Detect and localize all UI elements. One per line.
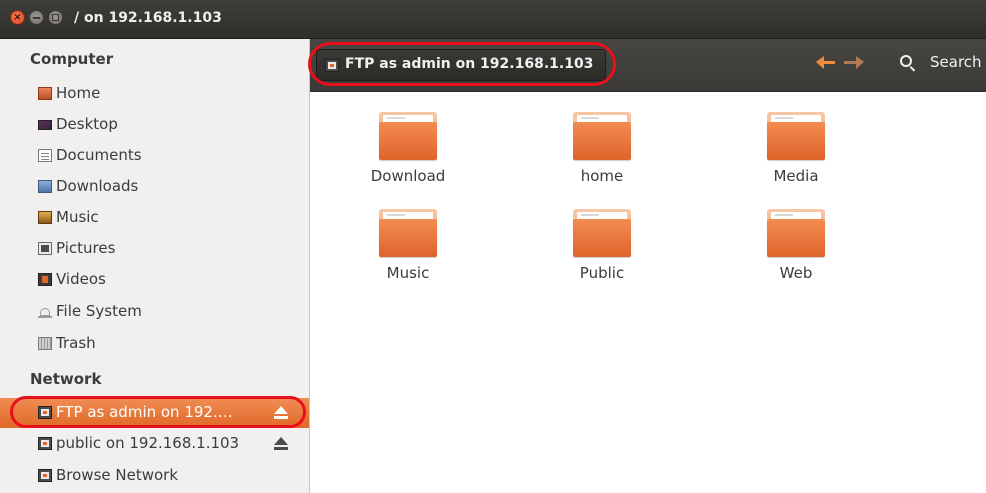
sidebar-item-label: Browse Network [56, 466, 179, 484]
sidebar-item-label: File System [56, 302, 142, 320]
window-minimize-button[interactable] [29, 10, 44, 25]
pictures-icon [38, 242, 52, 255]
sidebar-item-label: Desktop [56, 115, 118, 133]
sidebar-item-downloads[interactable]: Downloads [0, 172, 309, 202]
back-arrow-icon[interactable] [816, 52, 838, 72]
trash-icon [38, 337, 52, 350]
sidebar-item-browse-network[interactable]: Browse Network [0, 461, 309, 491]
folder-label: home [580, 167, 624, 185]
search-icon[interactable] [900, 55, 912, 67]
sidebar-item-ftp-admin[interactable]: FTP as admin on 192.… [0, 398, 309, 428]
folder-icon [573, 209, 631, 257]
network-icon [38, 469, 52, 482]
folder-item-music[interactable]: Music [338, 193, 478, 285]
window-close-button[interactable]: × [10, 10, 25, 25]
sidebar-item-label: Videos [56, 270, 106, 288]
network-share-icon [38, 437, 52, 450]
sidebar-item-desktop[interactable]: Desktop [0, 110, 309, 140]
desktop-icon [38, 120, 52, 130]
window-title: / on 192.168.1.103 [74, 10, 222, 26]
sidebar-item-label: Trash [56, 334, 96, 352]
sidebar-item-label: public on 192.168.1.103 [56, 434, 240, 452]
folder-label: Public [579, 264, 625, 282]
window-maximize-button[interactable] [48, 10, 63, 25]
folder-label: Web [779, 264, 813, 282]
folder-label: Media [773, 167, 819, 185]
folder-item-public[interactable]: Public [532, 193, 672, 285]
folder-icon [573, 112, 631, 160]
folder-item-home[interactable]: home [532, 96, 672, 188]
sidebar-item-home[interactable]: Home [0, 79, 309, 109]
sidebar-item-label: Music [56, 208, 99, 226]
documents-icon [38, 149, 52, 162]
folder-label: Download [370, 167, 446, 185]
music-icon [38, 211, 52, 224]
folder-icon [379, 209, 437, 257]
folder-item-web[interactable]: Web [726, 193, 866, 285]
sidebar-item-label: Pictures [56, 239, 116, 257]
sidebar-heading-network: Network [30, 370, 102, 388]
eject-icon[interactable] [274, 437, 288, 451]
network-share-icon [325, 59, 339, 72]
home-folder-icon [38, 87, 52, 100]
forward-arrow-icon[interactable] [842, 52, 864, 72]
folder-item-media[interactable]: Media [726, 96, 866, 188]
places-sidebar: Computer Home Desktop Documents Download… [0, 39, 310, 493]
sidebar-item-label: FTP as admin on 192.… [56, 403, 233, 421]
sidebar-item-pictures[interactable]: Pictures [0, 234, 309, 264]
sidebar-item-label: Downloads [56, 177, 139, 195]
network-share-icon [38, 406, 52, 419]
videos-icon [38, 273, 52, 286]
folder-icon [379, 112, 437, 160]
downloads-icon [38, 180, 52, 193]
folder-icon [767, 209, 825, 257]
folder-item-download[interactable]: Download [338, 96, 478, 188]
breadcrumb-label: FTP as admin on 192.168.1.103 [345, 56, 594, 72]
search-button-label[interactable]: Search [930, 53, 982, 71]
folder-label: Music [386, 264, 430, 282]
folder-icon [767, 112, 825, 160]
eject-icon[interactable] [274, 406, 288, 420]
sidebar-item-file-system[interactable]: File System [0, 297, 309, 327]
breadcrumb-button[interactable]: FTP as admin on 192.168.1.103 [316, 49, 607, 81]
sidebar-item-documents[interactable]: Documents [0, 141, 309, 171]
sidebar-item-public-share[interactable]: public on 192.168.1.103 [0, 429, 309, 459]
window-titlebar: × / on 192.168.1.103 [0, 0, 986, 39]
sidebar-item-label: Documents [56, 146, 142, 164]
sidebar-item-trash[interactable]: Trash [0, 329, 309, 359]
toolbar: FTP as admin on 192.168.1.103 [310, 39, 986, 92]
sidebar-item-label: Home [56, 84, 101, 102]
file-view: Download home Media Music Public Web [310, 92, 986, 493]
sidebar-item-videos[interactable]: Videos [0, 265, 309, 295]
sidebar-heading-computer: Computer [30, 50, 114, 68]
drive-icon [38, 305, 52, 318]
sidebar-item-music[interactable]: Music [0, 203, 309, 233]
